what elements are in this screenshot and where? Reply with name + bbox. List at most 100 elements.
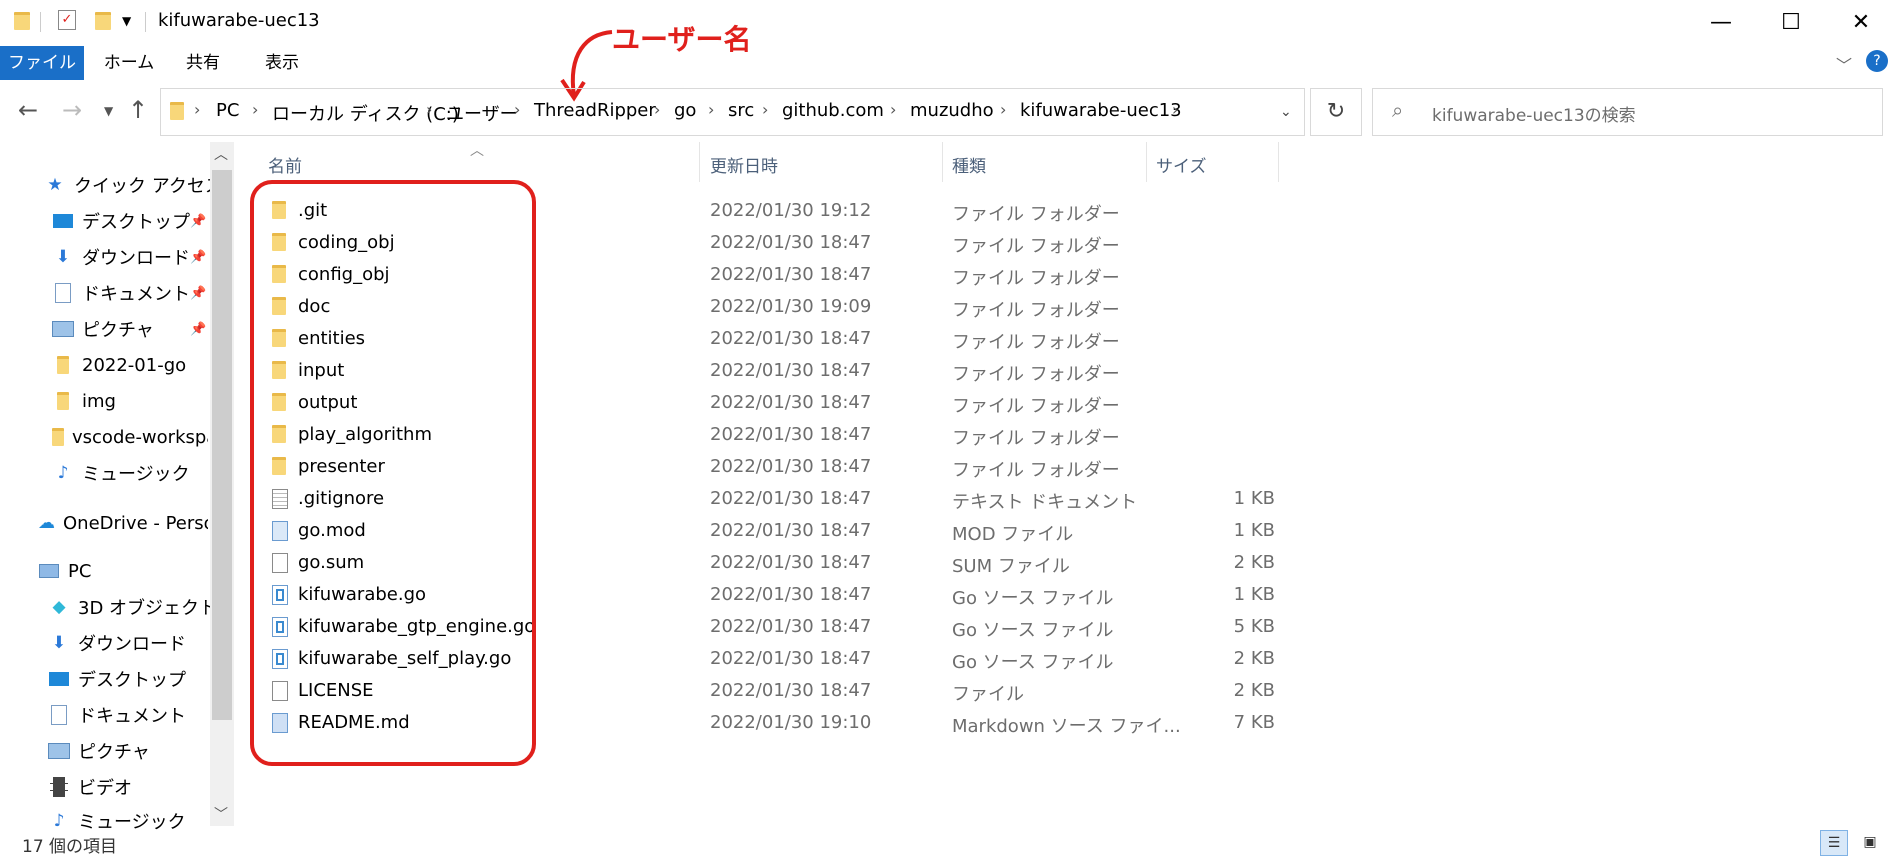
- chevron-right-icon[interactable]: ›: [654, 100, 660, 119]
- column-divider[interactable]: [1146, 142, 1147, 182]
- tab-file[interactable]: ファイル: [0, 46, 84, 80]
- breadcrumb-current[interactable]: kifuwarabe-uec13: [1020, 100, 1182, 121]
- column-divider[interactable]: [942, 142, 943, 182]
- file-date: 2022/01/30 19:09: [710, 296, 872, 317]
- sidebar-item-videos[interactable]: ビデオ: [48, 772, 132, 802]
- pin-icon[interactable]: 📌: [190, 286, 206, 301]
- sidebar-item-pc-downloads[interactable]: ⬇ ダウンロード: [48, 628, 186, 658]
- large-icons-view-button[interactable]: ▣: [1856, 830, 1884, 856]
- qat-dropdown-icon[interactable]: ▼: [122, 14, 131, 28]
- desktop-icon: [52, 211, 74, 231]
- breadcrumb-pc[interactable]: PC: [216, 100, 239, 121]
- help-icon[interactable]: ?: [1866, 50, 1888, 72]
- breadcrumb-go[interactable]: go: [674, 100, 696, 121]
- sidebar-item-pc-pictures[interactable]: ピクチャ: [48, 736, 150, 766]
- document-icon: [52, 283, 74, 303]
- sidebar-item-vscode-workspace[interactable]: vscode-workspa: [52, 422, 208, 452]
- sidebar-item-desktop[interactable]: デスクトップ 📌: [52, 206, 206, 236]
- sidebar-item-3d-objects[interactable]: ◆ 3D オブジェクト: [48, 592, 217, 622]
- file-date: 2022/01/30 18:47: [710, 488, 872, 509]
- breadcrumb-users[interactable]: ユーザー: [446, 100, 518, 126]
- new-folder-icon[interactable]: [95, 12, 111, 30]
- desktop-icon: [48, 669, 70, 689]
- scroll-up-icon[interactable]: ︿: [214, 144, 228, 164]
- chevron-right-icon[interactable]: ›: [1000, 100, 1006, 119]
- file-type: Go ソース ファイル: [952, 620, 1114, 641]
- chevron-right-icon[interactable]: ›: [708, 100, 714, 119]
- refresh-button[interactable]: ↻: [1310, 88, 1362, 136]
- breadcrumb-src[interactable]: src: [728, 100, 754, 121]
- tab-view[interactable]: 表示: [254, 46, 310, 80]
- recent-locations-icon[interactable]: ▼: [104, 104, 113, 118]
- divider: [145, 12, 146, 32]
- document-icon: [48, 705, 70, 725]
- file-size: 1 KB: [1233, 520, 1275, 541]
- breadcrumb-github[interactable]: github.com: [782, 100, 884, 121]
- file-date: 2022/01/30 18:47: [710, 680, 872, 701]
- sidebar-item-quick-access[interactable]: ★ クイック アクセス: [44, 170, 222, 200]
- sidebar-item-pictures[interactable]: ピクチャ 📌: [52, 314, 206, 344]
- column-header-name[interactable]: 名前: [268, 152, 302, 177]
- annotation-highlight-box: [250, 180, 536, 766]
- column-divider[interactable]: [1278, 142, 1279, 182]
- tab-share[interactable]: 共有: [178, 46, 228, 80]
- sidebar-item-music[interactable]: ♪ ミュージック: [52, 458, 190, 488]
- chevron-right-icon[interactable]: ›: [252, 100, 258, 119]
- up-button[interactable]: ↑: [128, 96, 148, 124]
- column-header-type[interactable]: 種類: [952, 152, 986, 177]
- file-type: MOD ファイル: [952, 524, 1074, 545]
- chevron-right-icon[interactable]: ›: [1172, 100, 1178, 119]
- address-dropdown-icon[interactable]: ⌄: [1280, 104, 1292, 120]
- file-size: 2 KB: [1233, 680, 1275, 701]
- expand-ribbon-icon[interactable]: ﹀: [1836, 52, 1852, 76]
- video-icon: [48, 777, 70, 797]
- pc-icon: [38, 561, 60, 581]
- download-icon: ⬇: [55, 247, 71, 267]
- title-bar: ✓ ▼ kifuwarabe-uec13 — ☐ ✕: [0, 0, 1895, 44]
- sidebar-item-img[interactable]: img: [52, 386, 116, 416]
- pin-icon[interactable]: 📌: [190, 214, 206, 229]
- window-title: kifuwarabe-uec13: [158, 10, 320, 31]
- details-view-button[interactable]: ☰: [1820, 830, 1848, 856]
- divider: [40, 12, 41, 32]
- sidebar-item-documents[interactable]: ドキュメント 📌: [52, 278, 206, 308]
- properties-icon[interactable]: ✓: [58, 10, 76, 30]
- column-divider[interactable]: [699, 142, 700, 182]
- chevron-right-icon[interactable]: ›: [762, 100, 768, 119]
- search-input[interactable]: kifuwarabe-uec13の検索: [1432, 101, 1636, 126]
- sidebar-item-pc-documents[interactable]: ドキュメント: [48, 700, 186, 730]
- breadcrumb-threadripper[interactable]: ThreadRipper: [534, 100, 656, 121]
- tab-home[interactable]: ホーム: [98, 46, 160, 80]
- chevron-right-icon[interactable]: ›: [514, 100, 520, 119]
- maximize-button[interactable]: ☐: [1756, 0, 1826, 44]
- column-header-size[interactable]: サイズ: [1156, 152, 1207, 177]
- sidebar-item-onedrive[interactable]: ☁OneDrive - Person: [38, 508, 208, 538]
- file-type: Go ソース ファイル: [952, 588, 1114, 609]
- file-date: 2022/01/30 18:47: [710, 264, 872, 285]
- chevron-right-icon[interactable]: ›: [194, 100, 200, 119]
- file-type: ファイル フォルダー: [952, 204, 1120, 225]
- column-header-date[interactable]: 更新日時: [710, 152, 778, 177]
- scrollbar-thumb[interactable]: [212, 170, 232, 720]
- close-button[interactable]: ✕: [1826, 0, 1895, 44]
- star-icon: ★: [47, 175, 63, 195]
- scroll-down-icon[interactable]: ﹀: [214, 804, 228, 824]
- pin-icon[interactable]: 📌: [190, 322, 206, 337]
- pin-icon[interactable]: 📌: [190, 250, 206, 265]
- minimize-button[interactable]: —: [1686, 0, 1756, 44]
- forward-button[interactable]: →: [62, 96, 82, 124]
- file-type: テキスト ドキュメント: [952, 492, 1138, 513]
- file-size: 2 KB: [1233, 648, 1275, 669]
- file-date: 2022/01/30 18:47: [710, 584, 872, 605]
- chevron-right-icon[interactable]: ›: [426, 100, 432, 119]
- back-button[interactable]: ←: [18, 96, 38, 124]
- sidebar-item-pc-desktop[interactable]: デスクトップ: [48, 664, 186, 694]
- file-date: 2022/01/30 18:47: [710, 520, 872, 541]
- file-date: 2022/01/30 18:47: [710, 456, 872, 477]
- sidebar-item-downloads[interactable]: ⬇ ダウンロード 📌: [52, 242, 206, 272]
- sidebar-item-2022-01-go[interactable]: 2022-01-go: [52, 350, 186, 380]
- breadcrumb-muzudho[interactable]: muzudho: [910, 100, 994, 121]
- folder-icon: [52, 391, 74, 411]
- sidebar-item-pc[interactable]: PC: [38, 556, 91, 586]
- chevron-right-icon[interactable]: ›: [890, 100, 896, 119]
